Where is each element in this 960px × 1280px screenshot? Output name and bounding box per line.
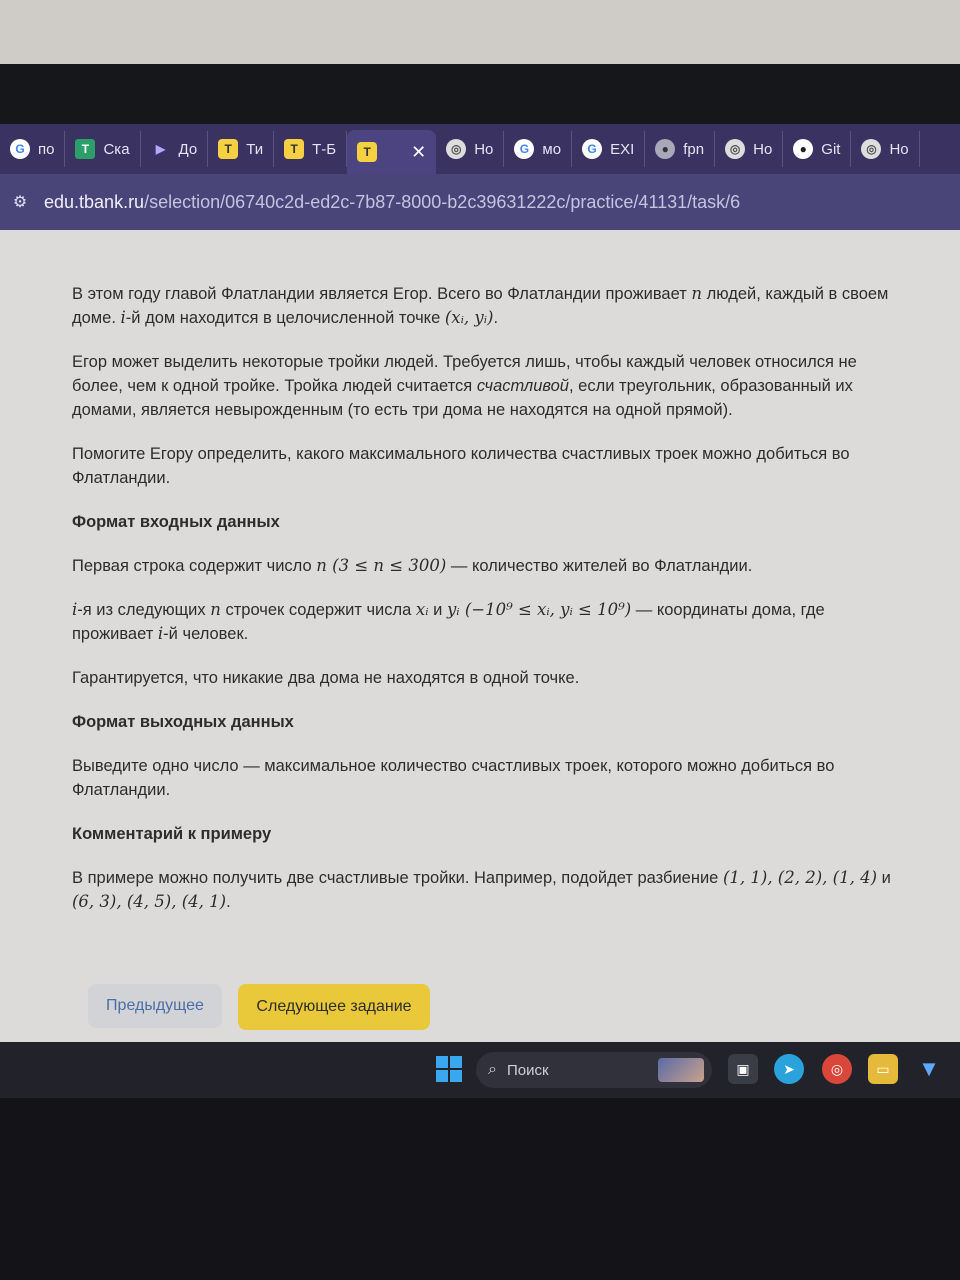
- tab-label: по: [38, 140, 55, 158]
- math-n: n: [316, 556, 327, 575]
- globe-icon: ●: [655, 139, 676, 159]
- tab-chrome-3[interactable]: ◎ Но: [851, 131, 920, 167]
- input-paragraph-1: Первая строка содержит число n (3 ≤ n ≤ …: [72, 554, 892, 578]
- tbank-icon: T: [284, 139, 305, 159]
- site-settings-icon[interactable]: ⚙: [8, 190, 32, 214]
- text: — количество жителей во Флатландии.: [446, 557, 753, 575]
- tab-label: fpn: [683, 140, 705, 158]
- url-text[interactable]: edu.tbank.ru/selection/06740c2d-ed2c-7b8…: [44, 192, 740, 213]
- text: -я из следующих: [77, 601, 211, 619]
- tilda-icon: T: [75, 139, 96, 159]
- tab-tbank-2[interactable]: T Т-Б: [274, 131, 348, 167]
- tbank-icon: T: [218, 139, 239, 159]
- text: и: [428, 601, 447, 619]
- windows-taskbar: ⌕ Поиск ▣ ➤ ◎ ▭ ▼: [0, 1042, 960, 1098]
- chrome-icon: ◎: [861, 139, 882, 159]
- tab-label: EXI: [610, 140, 635, 158]
- screen-reflection-top: [0, 0, 960, 64]
- google-icon: G: [514, 139, 535, 159]
- previous-button[interactable]: Предыдущее: [88, 984, 222, 1028]
- tab-play[interactable]: ▶ До: [141, 131, 209, 167]
- search-icon: ⌕: [488, 1061, 497, 1078]
- math-y: yᵢ: [446, 600, 460, 619]
- chrome-icon: ◎: [725, 139, 746, 159]
- tab-google-1[interactable]: G по: [0, 131, 66, 167]
- statement-paragraph-2: Егор может выделить некоторые тройки люд…: [72, 350, 892, 422]
- tab-label: Но: [474, 140, 494, 158]
- math-n: n: [691, 284, 703, 303]
- task-view-icon[interactable]: ▣: [728, 1054, 758, 1084]
- text: и: [877, 869, 891, 887]
- tab-label: Но: [889, 140, 909, 158]
- statement-paragraph-3: Помогите Егору определить, какого максим…: [72, 445, 850, 487]
- text: -й человек.: [163, 625, 249, 643]
- tab-label: Git: [821, 140, 841, 158]
- text: .: [493, 309, 499, 327]
- laptop-bezel: [0, 64, 960, 124]
- taskbar-search[interactable]: ⌕ Поиск: [476, 1052, 712, 1088]
- tab-label: До: [178, 140, 198, 158]
- next-task-button[interactable]: Следующее задание: [238, 984, 430, 1030]
- navigation-buttons: Предыдущее Следующее задание: [88, 984, 430, 1030]
- text: .: [226, 893, 231, 911]
- tab-label: Но: [753, 140, 773, 158]
- tab-fpn[interactable]: ● fpn: [645, 131, 716, 167]
- tab-label: Ска: [103, 140, 130, 158]
- chrome-icon: ◎: [446, 139, 467, 159]
- math-triple-2: (6, 3), (4, 5), (4, 1): [72, 892, 227, 911]
- text: строчек содержит числа: [220, 601, 416, 619]
- close-tab-icon[interactable]: ✕: [411, 142, 426, 163]
- tab-label: Т-Б: [312, 140, 337, 158]
- tab-github[interactable]: ● Git: [783, 131, 852, 167]
- input-paragraph-3: Гарантируется, что никакие два дома не н…: [72, 669, 580, 687]
- tab-tilda[interactable]: T Ска: [65, 131, 141, 167]
- tab-chrome-1[interactable]: ◎ Но: [436, 131, 505, 167]
- input-paragraph-2: i-я из следующих n строчек содержит числ…: [72, 598, 892, 646]
- text: Первая строка содержит число: [72, 557, 317, 575]
- tab-label: Ти: [246, 140, 264, 158]
- tab-tbank-1[interactable]: T Ти: [208, 131, 275, 167]
- text: -й дом находится в целочисленной точке: [125, 309, 445, 327]
- task-page: В этом году главой Флатландии является Е…: [0, 230, 960, 1042]
- chrome-icon[interactable]: ◎: [822, 1054, 852, 1084]
- file-explorer-icon[interactable]: ▭: [868, 1054, 898, 1084]
- tab-label: мо: [542, 140, 562, 158]
- math-point: (xᵢ, yᵢ): [444, 308, 494, 327]
- input-format-heading: Формат входных данных: [72, 513, 280, 531]
- windows-start-icon[interactable]: [436, 1056, 462, 1082]
- search-highlight-image: [658, 1058, 704, 1082]
- text: В этом году главой Флатландии является Е…: [72, 285, 692, 303]
- tbank-icon: T: [357, 142, 378, 162]
- math-n: n: [210, 600, 221, 619]
- output-paragraph: Выведите одно число — максимальное колич…: [72, 757, 835, 799]
- play-icon: ▶: [155, 142, 166, 156]
- laptop-body: [0, 1098, 960, 1280]
- tab-chrome-2[interactable]: ◎ Но: [715, 131, 784, 167]
- math-range: (−10⁹ ≤ xᵢ, yᵢ ≤ 10⁹): [459, 600, 632, 619]
- google-icon: G: [582, 139, 603, 159]
- search-label: Поиск: [506, 1061, 549, 1079]
- math-range: (3 ≤ n ≤ 300): [326, 556, 447, 575]
- browser-tab-strip: G по T Ска ▶ До T Ти T Т-Б T ✕ ◎ Но G мо…: [0, 124, 960, 174]
- statement-paragraph-1: В этом году главой Флатландии является Е…: [72, 282, 892, 330]
- tab-google-3[interactable]: G EXI: [572, 131, 646, 167]
- example-comment-heading: Комментарий к примеру: [72, 825, 272, 843]
- github-icon: ●: [793, 139, 814, 159]
- telegram-icon[interactable]: ➤: [774, 1054, 804, 1084]
- math-x: xᵢ: [415, 600, 429, 619]
- math-triple-1: (1, 1), (2, 2), (1, 4): [722, 868, 878, 887]
- google-icon: G: [10, 139, 30, 159]
- address-bar[interactable]: ⚙ edu.tbank.ru/selection/06740c2d-ed2c-7…: [0, 174, 960, 230]
- example-comment-paragraph: В примере можно получить две счастливые …: [72, 866, 892, 914]
- app-icon[interactable]: ▼: [914, 1054, 944, 1084]
- url-domain: edu.tbank.ru: [44, 191, 145, 212]
- tab-active-tbank[interactable]: T ✕: [347, 130, 437, 174]
- tab-google-2[interactable]: G мо: [504, 131, 573, 167]
- output-format-heading: Формат выходных данных: [72, 713, 294, 731]
- emphasis-text: счастливой: [476, 377, 569, 395]
- url-path: /selection/06740c2d-ed2c-7b87-8000-b2c39…: [144, 191, 741, 212]
- task-statement: В этом году главой Флатландии является Е…: [72, 282, 892, 934]
- text: В примере можно получить две счастливые …: [72, 869, 723, 887]
